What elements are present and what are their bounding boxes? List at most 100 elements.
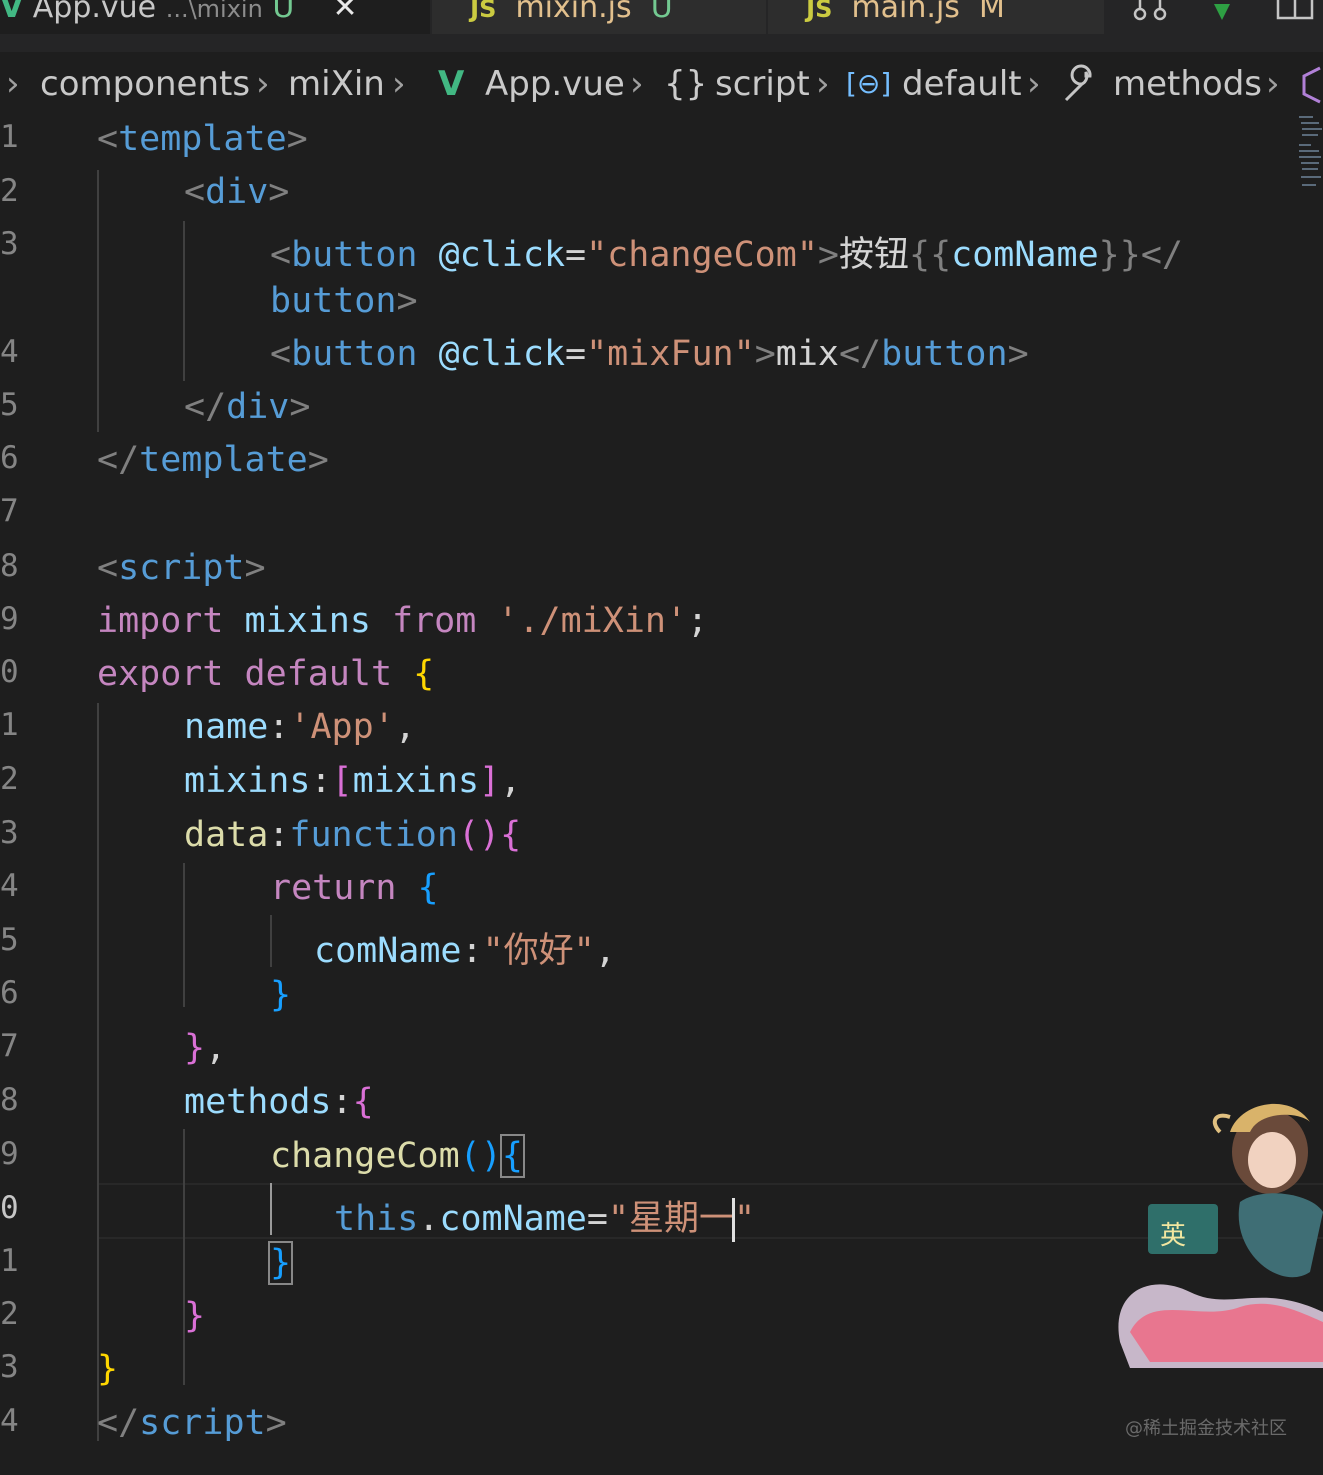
token: this <box>334 1199 419 1239</box>
breadcrumb-item-methods[interactable]: methods <box>1113 56 1262 112</box>
token: , <box>394 707 416 747</box>
source-control-dot-icon[interactable] <box>1210 0 1234 22</box>
vue-logo-icon: V <box>0 0 24 25</box>
chevron-right-icon: › <box>630 64 644 104</box>
token: @click <box>438 235 566 275</box>
tab-mixin-js[interactable]: JS mixin.js U <box>432 0 766 34</box>
token: , <box>205 1028 227 1068</box>
token: } <box>184 1296 206 1336</box>
token: < <box>184 172 206 212</box>
token: name <box>184 707 269 747</box>
token: ) <box>480 1136 502 1176</box>
code-line: mixins:[mixins], <box>184 761 521 801</box>
matched-bracket: { <box>499 1134 525 1178</box>
code-line: <div> <box>184 172 289 212</box>
line-number: 9 <box>0 1136 19 1172</box>
token: div <box>205 172 269 212</box>
token: } <box>184 1028 206 1068</box>
line-number: 9 <box>0 601 19 637</box>
line-number-active: 0 <box>0 1190 19 1226</box>
line-number: 7 <box>0 1028 19 1064</box>
token: : <box>268 815 290 855</box>
indent-guide <box>183 863 185 1007</box>
tab-main-js[interactable]: JS main.js M <box>768 0 1104 34</box>
code-line: methods:{ <box>184 1082 374 1122</box>
line-number: 3 <box>0 1349 19 1385</box>
token: from <box>392 601 477 641</box>
js-file-icon: JS <box>470 0 497 23</box>
code-line-active[interactable]: this.comName="星期一" <box>334 1190 755 1242</box>
token: : <box>331 1082 353 1122</box>
chevron-right-icon: › <box>816 64 830 104</box>
token: > <box>244 548 266 588</box>
code-line: changeCom(){ <box>270 1134 525 1178</box>
token: template <box>139 440 308 480</box>
token: </ <box>838 334 882 374</box>
token: button <box>291 334 418 374</box>
token: > <box>289 387 311 427</box>
code-line: data:function(){ <box>184 815 521 855</box>
token: script <box>139 1403 266 1443</box>
code-line: comName:"你好", <box>314 922 616 973</box>
token: , <box>594 931 616 971</box>
line-number: 0 <box>0 654 19 690</box>
close-icon[interactable]: ✕ <box>332 0 357 25</box>
chevron-right-icon: › <box>1266 64 1280 104</box>
chevron-right-icon: › <box>256 64 270 104</box>
token: methods <box>184 1082 332 1122</box>
token: mixins <box>352 761 480 801</box>
line-number: 2 <box>0 1296 19 1332</box>
minimap[interactable] <box>1296 112 1323 192</box>
code-line: name:'App', <box>184 707 416 747</box>
token: < <box>270 235 292 275</box>
token: = <box>586 1199 608 1239</box>
mascot-badge-glyph: 英 <box>1160 1221 1186 1251</box>
token: "你好" <box>482 931 595 971</box>
token: {{ <box>909 235 952 275</box>
breadcrumb-item-mixin[interactable]: miXin <box>288 56 385 112</box>
breadcrumb-item-default[interactable]: default <box>902 56 1022 112</box>
token: import <box>97 601 224 641</box>
indent-guide <box>183 221 185 381</box>
compare-changes-icon[interactable] <box>1130 0 1170 26</box>
token: mixins <box>223 601 393 641</box>
token: ( <box>457 815 480 855</box>
code-line: return { <box>270 868 439 908</box>
tab-label: mixin.js <box>515 0 632 25</box>
breadcrumb-item-app-vue[interactable]: App.vue <box>485 56 625 112</box>
token: "mixFun" <box>586 334 755 374</box>
line-number: 5 <box>0 387 19 423</box>
token: template <box>118 119 287 159</box>
split-editor-icon[interactable] <box>1276 0 1316 22</box>
token: = <box>565 334 587 374</box>
line-number: 2 <box>0 761 19 797</box>
vue-logo-icon: V <box>438 64 465 104</box>
line-number: 3 <box>0 815 19 851</box>
tab-status-badge: M <box>979 0 1005 25</box>
chevron-right-icon: › <box>1027 64 1041 104</box>
code-line: <script> <box>97 548 266 588</box>
indent-guide-active <box>270 1183 272 1235</box>
token: @click <box>438 334 566 374</box>
token: function <box>289 815 458 855</box>
token: </ <box>184 387 227 427</box>
braces-icon: {} <box>664 64 708 104</box>
token: export <box>97 654 224 694</box>
line-number: 6 <box>0 440 19 476</box>
token: script <box>118 548 245 588</box>
tab-app-vue[interactable]: V App.vue ...\mixin U ✕ <box>0 0 430 34</box>
token: data <box>184 815 269 855</box>
code-line: } <box>97 1349 118 1389</box>
breadcrumb-item-components[interactable]: components <box>40 56 250 112</box>
code-line: } <box>267 1241 294 1285</box>
code-line: <button @click="mixFun">mix</button> <box>270 334 1029 374</box>
token: [ <box>331 761 353 801</box>
tab-status-badge: U <box>272 0 295 25</box>
breadcrumb-item-script[interactable]: script <box>715 56 810 112</box>
token: < <box>270 334 292 374</box>
token: comName <box>951 235 1099 275</box>
token: }} <box>1098 235 1141 275</box>
